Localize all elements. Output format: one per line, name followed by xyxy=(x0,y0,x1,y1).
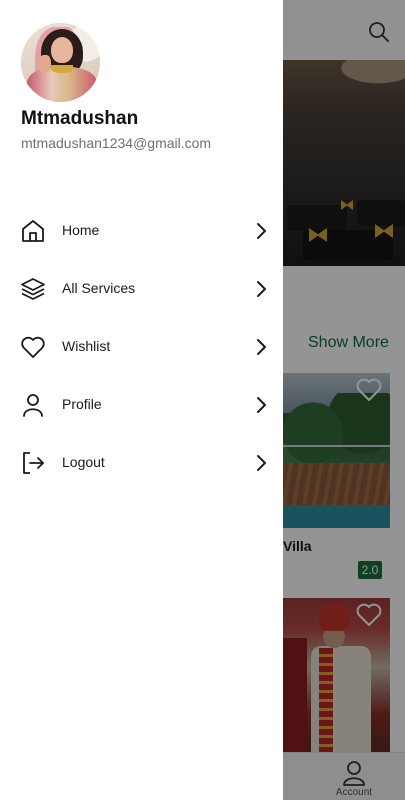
logout-icon xyxy=(20,450,46,476)
menu-item-wishlist[interactable]: Wishlist xyxy=(0,325,283,369)
navigation-drawer: Mtmadushan mtmadushan1234@gmail.com Home… xyxy=(0,0,283,800)
heart-icon xyxy=(20,334,46,360)
menu-item-logout[interactable]: Logout xyxy=(0,441,283,485)
menu-item-all-services[interactable]: All Services xyxy=(0,267,283,311)
chevron-right-icon xyxy=(254,395,270,415)
chevron-right-icon xyxy=(254,337,270,357)
chevron-right-icon xyxy=(254,279,270,299)
person-icon xyxy=(20,392,46,418)
chevron-right-icon xyxy=(254,221,270,241)
avatar[interactable] xyxy=(21,23,100,102)
menu-item-label: All Services xyxy=(62,280,136,296)
menu-item-label: Profile xyxy=(62,396,102,412)
menu-item-home[interactable]: Home xyxy=(0,209,283,253)
menu-item-label: Wishlist xyxy=(62,338,111,354)
chevron-right-icon xyxy=(254,453,270,473)
user-name: Mtmadushan xyxy=(21,108,139,129)
user-email: mtmadushan1234@gmail.com xyxy=(21,135,212,151)
menu-item-label: Logout xyxy=(62,454,105,470)
layers-icon xyxy=(20,276,46,302)
menu-item-label: Home xyxy=(62,222,100,238)
home-icon xyxy=(20,218,46,244)
menu-item-profile[interactable]: Profile xyxy=(0,383,283,427)
